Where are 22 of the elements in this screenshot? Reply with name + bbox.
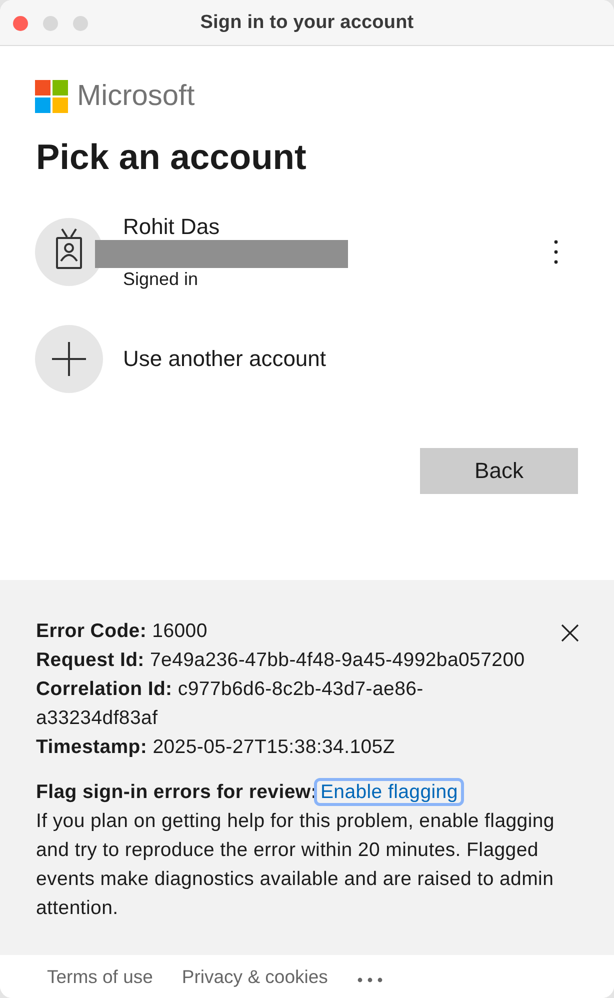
- window-title: Sign in to your account: [200, 12, 414, 34]
- id-badge-avatar-icon[interactable]: [35, 218, 103, 286]
- error-detail: Error Code: 16000: [36, 619, 208, 644]
- error-detail: Timestamp: 2025-05-27T15:38:34.105Z: [36, 735, 396, 760]
- footer-link[interactable]: Terms of use: [47, 966, 153, 988]
- use-another-account-button[interactable]: Use another account: [35, 325, 326, 393]
- error-detail: Request Id: 7e49a236-47bb-4f48-9a45-4992ba057200: [36, 648, 526, 673]
- account-status: Signed in: [123, 268, 198, 290]
- brand-name: Microsoft: [77, 80, 195, 113]
- four-squares-logo-icon: [35, 80, 68, 113]
- account-name[interactable]: Rohit Das: [123, 214, 220, 240]
- flag-label: Flag sign-in errors for review:: [36, 781, 318, 803]
- flagging-description: If you plan on getting help for this problem, enable flagging and try to reproduce the error within 20 minutes. Flagged events make diagnostics available and are raised to admin attention.: [36, 809, 556, 921]
- more-options-icon[interactable]: [554, 240, 558, 264]
- enable-flagging-link[interactable]: Enable flagging: [317, 781, 461, 803]
- page-heading: Pick an account: [36, 137, 308, 177]
- footer-link[interactable]: Privacy & cookies: [182, 966, 328, 988]
- close-window-button[interactable]: [13, 16, 28, 31]
- back-button[interactable]: Back: [420, 448, 578, 494]
- plus-icon: [35, 325, 103, 393]
- error-detail: Correlation Id: c977b6d6-8c2b-43d7-ae86-a33234df83af: [36, 677, 424, 731]
- close-icon[interactable]: [561, 624, 579, 642]
